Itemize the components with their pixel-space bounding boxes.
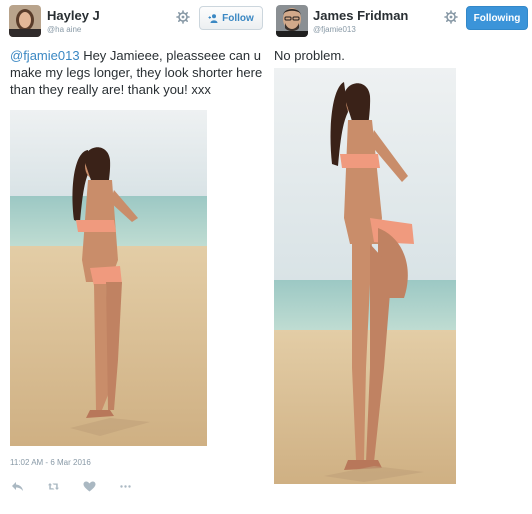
tweet-text: @fjamie013 Hey Jamieee, pleasseee can u … xyxy=(10,47,265,98)
retweet-icon[interactable] xyxy=(46,480,60,492)
gear-icon[interactable] xyxy=(176,10,190,24)
like-icon[interactable] xyxy=(82,480,96,492)
gear-icon[interactable] xyxy=(444,10,458,24)
follow-button[interactable]: Follow xyxy=(199,6,263,30)
following-label: Following xyxy=(473,12,521,24)
reply-icon[interactable] xyxy=(10,480,24,492)
tweet-timestamp[interactable]: 11:02 AM - 6 Mar 2016 xyxy=(10,458,91,467)
avatar-james[interactable] xyxy=(276,5,308,37)
avatar-hayley[interactable] xyxy=(9,5,41,37)
right-tweet: James Fridman @fjamie013 Following No pr… xyxy=(268,0,532,514)
user-name[interactable]: James Fridman xyxy=(313,8,408,23)
mention-link[interactable]: @fjamie013 xyxy=(10,48,80,63)
follow-user-icon xyxy=(208,13,219,23)
tweet-text: No problem. xyxy=(274,48,345,63)
left-tweet: Hayley J @ha aine Follow @fjamie013 Hey … xyxy=(0,0,268,514)
follow-label: Follow xyxy=(222,12,254,24)
following-button[interactable]: Following xyxy=(466,6,528,30)
tweet-actions xyxy=(10,480,154,492)
tweet-photo[interactable] xyxy=(274,68,456,484)
more-icon[interactable] xyxy=(118,480,132,492)
tweet-photo[interactable] xyxy=(10,110,207,446)
user-handle[interactable]: @ha aine xyxy=(47,25,81,34)
user-handle[interactable]: @fjamie013 xyxy=(313,25,356,34)
user-name[interactable]: Hayley J xyxy=(47,8,100,23)
